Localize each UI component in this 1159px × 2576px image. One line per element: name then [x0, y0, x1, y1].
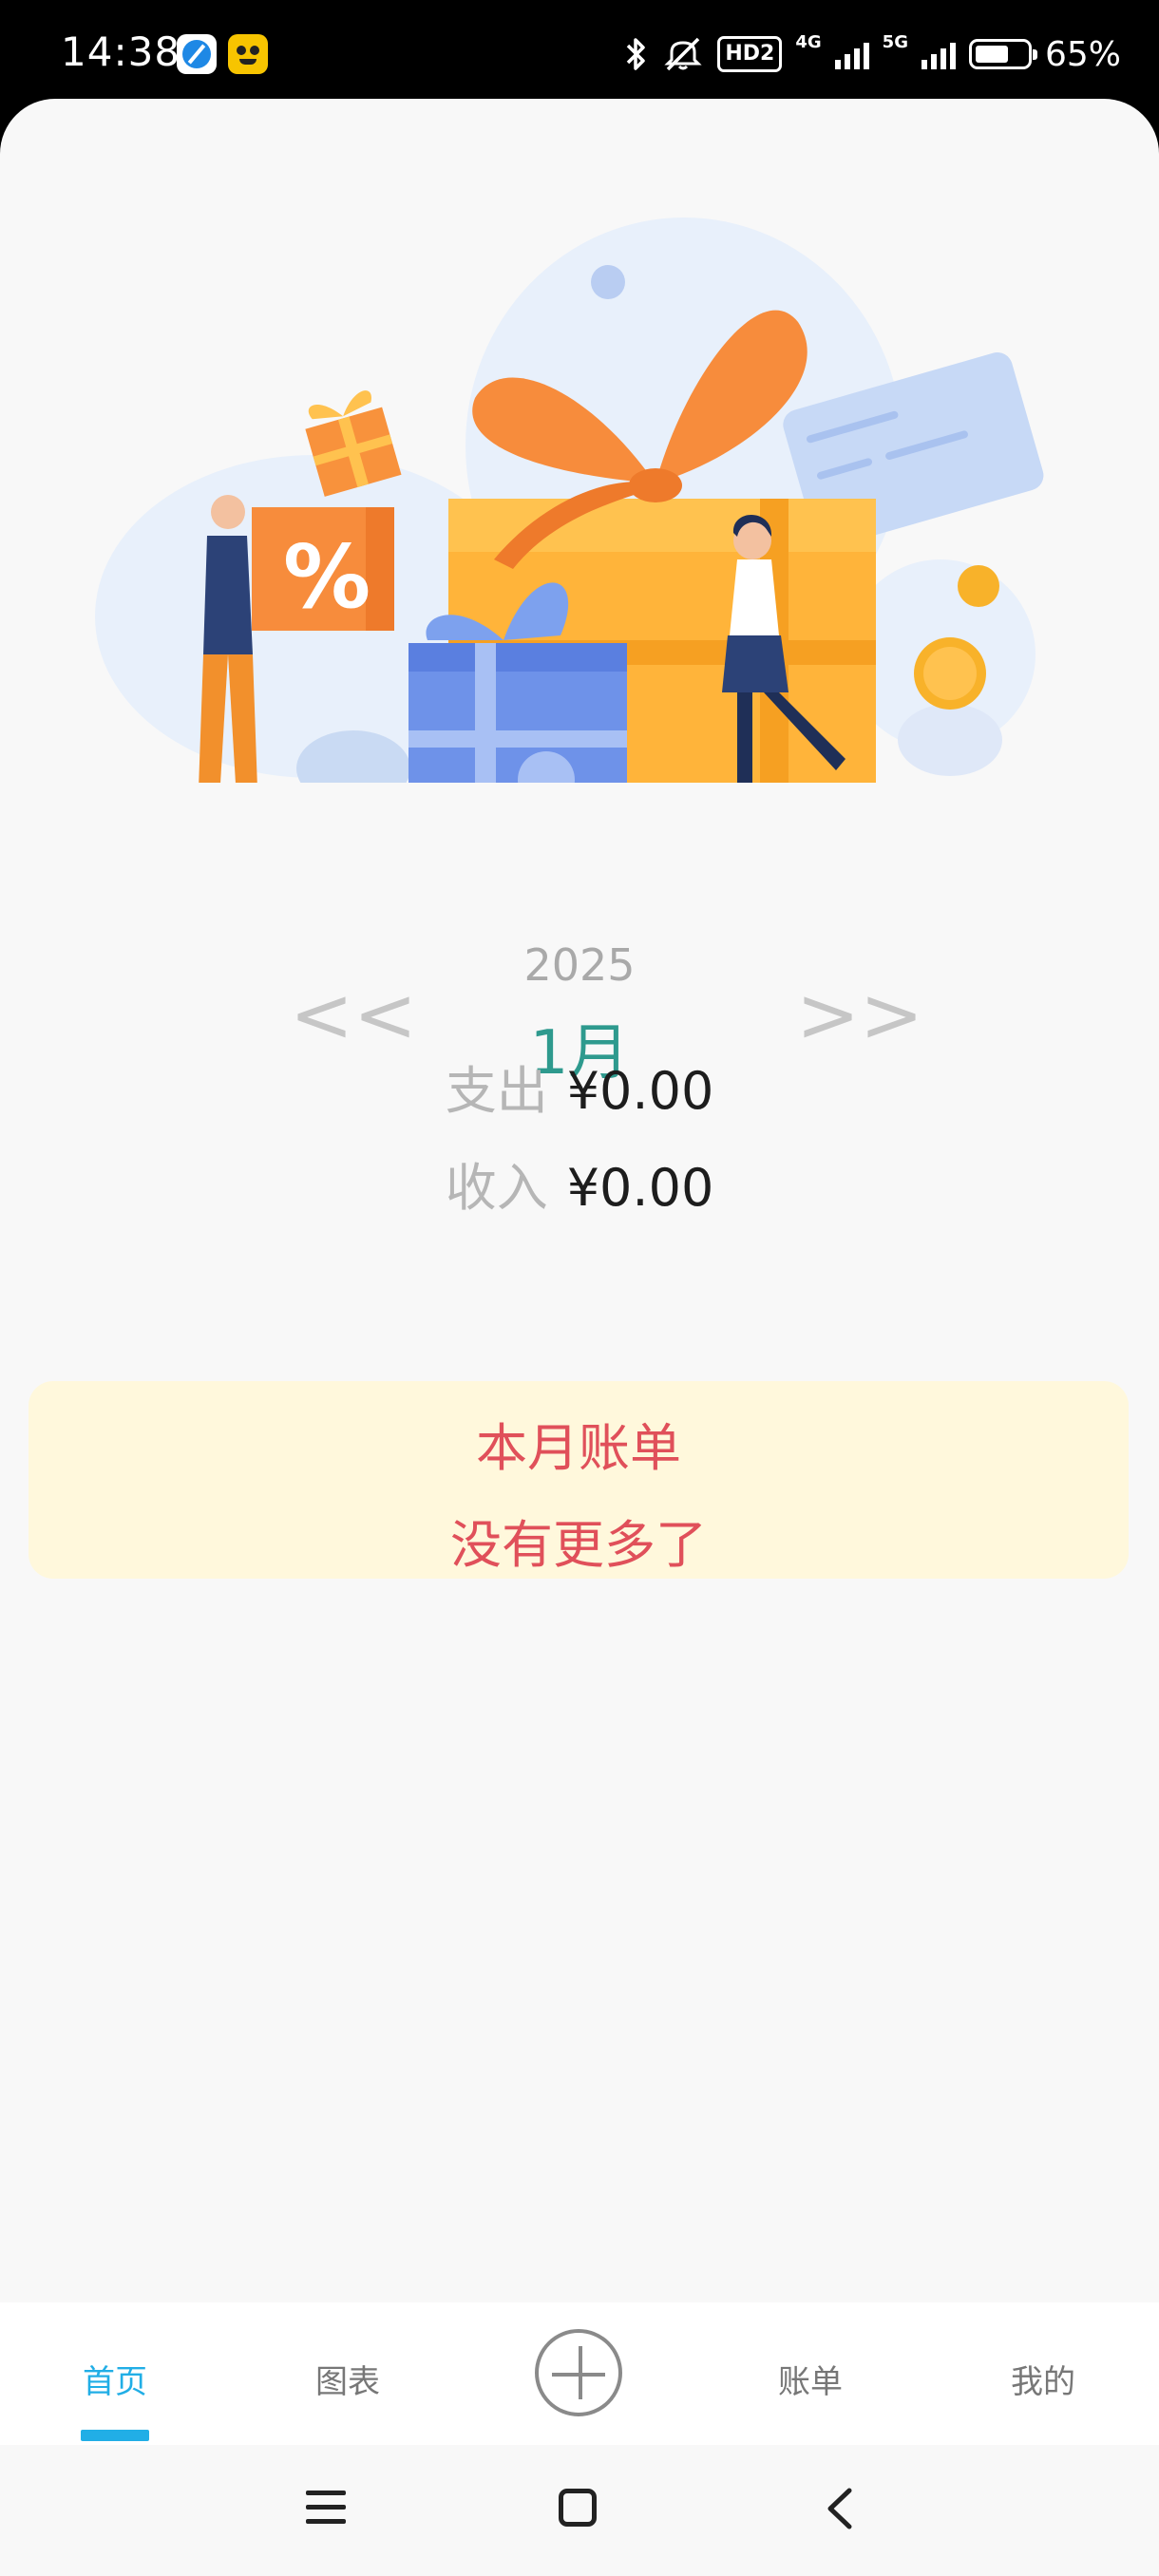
menu-icon[interactable] — [306, 2491, 346, 2525]
expense-summary: 支出 ¥0.00 — [0, 1049, 1159, 1124]
bill-card-title: 本月账单 — [476, 1418, 681, 1478]
next-month-button[interactable]: >> — [796, 977, 923, 1053]
battery-percent: 65% — [1044, 34, 1121, 74]
expense-label: 支出 — [445, 1061, 548, 1121]
network-5g-label: 5G — [882, 32, 908, 52]
active-tab-indicator — [81, 2430, 149, 2441]
tab-chart[interactable]: 图表 — [262, 2356, 433, 2402]
app-screen: % << 2025 1月 >> 支出 ¥0.00 收入 ¥0.00 本月账单 没有更… — [0, 99, 1159, 2576]
home-icon[interactable] — [559, 2489, 597, 2527]
mute-vibrate-icon — [664, 37, 702, 71]
bill-empty-text: 没有更多了 — [450, 1515, 707, 1575]
gift-illustration: % — [95, 218, 1044, 783]
game-app-icon — [228, 34, 268, 74]
tab-mine[interactable]: 我的 — [958, 2356, 1129, 2402]
income-label: 收入 — [445, 1158, 548, 1218]
bluetooth-icon — [627, 38, 646, 70]
income-summary: 收入 ¥0.00 — [0, 1146, 1159, 1221]
battery-icon — [968, 39, 1037, 69]
system-navigation-bar — [0, 2445, 1159, 2576]
bottom-tab-bar: 首页 图表 账单 我的 — [0, 2302, 1159, 2445]
status-indicators: HD2 4G 5G 65% — [624, 32, 1121, 76]
year-label: 2025 — [523, 939, 636, 991]
svg-text:%: % — [283, 526, 370, 628]
tab-bill[interactable]: 账单 — [725, 2356, 896, 2402]
status-time: 14:38 — [61, 28, 181, 75]
tab-home[interactable]: 首页 — [29, 2356, 200, 2402]
back-icon[interactable] — [823, 2487, 857, 2530]
hd-voice-badge: HD2 — [717, 36, 783, 72]
status-bar: 14:38 HD2 4G 5G 65% — [0, 0, 1159, 106]
network-4g-label: 4G — [795, 32, 822, 52]
income-value: ¥0.00 — [566, 1158, 714, 1218]
browser-app-icon — [177, 34, 217, 74]
signal-icon — [834, 39, 869, 69]
expense-value: ¥0.00 — [566, 1061, 714, 1121]
add-record-button[interactable] — [535, 2329, 622, 2416]
month-selector: << 2025 1月 >> — [0, 835, 1159, 1089]
monthly-bill-card: 本月账单 没有更多了 — [28, 1381, 1129, 1579]
signal-icon — [921, 39, 956, 69]
